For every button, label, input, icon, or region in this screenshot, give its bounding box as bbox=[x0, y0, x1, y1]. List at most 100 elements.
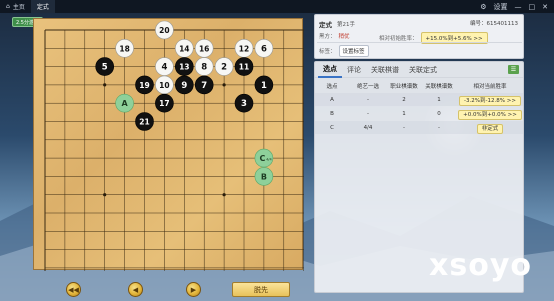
table-row[interactable]: B - 1 0 +0.0%到+0.0% >> bbox=[315, 107, 523, 120]
first-move-button[interactable]: ◀◀ bbox=[66, 282, 81, 297]
watermark: xsoyo bbox=[429, 248, 532, 283]
tag-label: 标签： bbox=[319, 49, 336, 55]
svg-text:A: A bbox=[121, 99, 128, 108]
svg-text:6: 6 bbox=[261, 44, 267, 54]
svg-text:9: 9 bbox=[181, 81, 187, 91]
panel-tabs: 选点 评论 关联棋谱 关联定式 ☰ bbox=[315, 62, 523, 78]
list-view-icon[interactable]: ☰ bbox=[508, 65, 519, 74]
svg-text:18: 18 bbox=[119, 44, 129, 53]
tab-joseki-label: 定式 bbox=[36, 4, 49, 11]
next-move-button[interactable]: ▶ bbox=[186, 282, 201, 297]
go-board[interactable]: 20 18 14 16 12 6 5 4 13 8 2 11 19 10 9 7 1 17 3 21 A C 4/4 B bbox=[33, 18, 304, 271]
row-pro-count: 1 bbox=[402, 110, 406, 117]
result-value: 稍优 bbox=[338, 34, 350, 40]
tab-candidate-points[interactable]: 选点 bbox=[318, 62, 342, 78]
row-point: A bbox=[330, 96, 334, 103]
settings-label[interactable]: 设置 bbox=[494, 2, 508, 12]
pass-button[interactable]: 脱先 bbox=[232, 282, 290, 297]
tab-home-label: 主页 bbox=[12, 4, 25, 11]
svg-text:5: 5 bbox=[102, 63, 108, 73]
star-point bbox=[103, 193, 107, 197]
row-rate-button[interactable]: -3.2%到-12.8% >> bbox=[459, 95, 521, 106]
svg-text:19: 19 bbox=[139, 81, 149, 90]
table-header: 选点 绝艺一选 职业棋谱数 关联棋谱数 相对当前胜率 bbox=[315, 80, 523, 92]
tab-related-games[interactable]: 关联棋谱 bbox=[366, 62, 404, 78]
candidate-marker-a[interactable]: A bbox=[115, 93, 134, 113]
svg-text:1: 1 bbox=[261, 81, 267, 91]
tab-related-joseki[interactable]: 关联定式 bbox=[404, 62, 442, 78]
close-button[interactable]: ✕ bbox=[542, 3, 548, 11]
white-stone: 10 bbox=[155, 75, 174, 95]
white-stone: 14 bbox=[175, 38, 194, 58]
row-rate-button[interactable]: 非定式 bbox=[476, 123, 504, 134]
prev-move-button[interactable]: ◀ bbox=[128, 282, 143, 297]
white-stone: 8 bbox=[194, 57, 214, 76]
header-assoc-count: 关联棋谱数 bbox=[425, 84, 453, 90]
header-jueyi: 绝艺一选 bbox=[356, 84, 379, 90]
svg-text:8: 8 bbox=[201, 63, 207, 73]
black-stone: 21 bbox=[135, 112, 154, 131]
svg-text:2: 2 bbox=[221, 63, 227, 73]
joseki-serial: 编号：615401113 bbox=[470, 21, 518, 27]
svg-text:16: 16 bbox=[199, 44, 209, 53]
row-jueyi: 4/4 bbox=[363, 124, 373, 131]
joseki-title: 定式 bbox=[319, 21, 332, 29]
minimize-button[interactable]: — bbox=[515, 3, 522, 11]
set-tag-button[interactable]: 设置标签 bbox=[338, 45, 369, 57]
row-jueyi: - bbox=[367, 110, 369, 117]
black-stone: 19 bbox=[135, 75, 154, 95]
move-number: 第21手 bbox=[337, 22, 355, 28]
svg-text:10: 10 bbox=[159, 81, 169, 90]
svg-text:20: 20 bbox=[159, 26, 169, 35]
row-pro-count: 2 bbox=[402, 96, 406, 103]
info-divider bbox=[317, 42, 522, 43]
svg-text:17: 17 bbox=[159, 99, 169, 108]
white-stone: 18 bbox=[115, 38, 134, 58]
white-stone: 12 bbox=[234, 38, 254, 58]
black-stone: 5 bbox=[95, 57, 114, 76]
joseki-info-panel: 定式 第21手 编号：615401113 黑方： 稍优 相对初始胜率： +15.… bbox=[314, 14, 524, 59]
table-row[interactable]: A - 2 1 -3.2%到-12.8% >> bbox=[315, 93, 523, 106]
candidate-marker-c[interactable]: C 4/4 bbox=[254, 148, 274, 168]
black-stone: 9 bbox=[175, 75, 194, 95]
svg-text:4: 4 bbox=[161, 63, 167, 73]
svg-text:4/4: 4/4 bbox=[266, 158, 272, 162]
row-point: B bbox=[330, 110, 334, 117]
black-stone: 7 bbox=[194, 75, 214, 95]
svg-text:3: 3 bbox=[241, 99, 247, 109]
svg-text:14: 14 bbox=[179, 44, 189, 53]
svg-text:11: 11 bbox=[239, 63, 249, 72]
black-stone: 17 bbox=[155, 93, 174, 113]
svg-text:13: 13 bbox=[179, 63, 189, 72]
row-point: C bbox=[330, 124, 334, 131]
svg-text:C: C bbox=[259, 154, 265, 163]
tab-joseki[interactable]: 定式 bbox=[30, 0, 55, 13]
row-assoc-count: 0 bbox=[437, 110, 441, 117]
star-point bbox=[222, 193, 226, 197]
candidate-marker-b[interactable]: B bbox=[254, 167, 274, 186]
table-row[interactable]: C 4/4 - - 非定式 bbox=[315, 121, 523, 134]
maximize-button[interactable]: □ bbox=[529, 3, 536, 11]
home-icon: ⌂ bbox=[6, 3, 10, 10]
row-jueyi: - bbox=[367, 96, 369, 103]
star-point bbox=[222, 83, 226, 87]
white-stone: 16 bbox=[194, 38, 214, 58]
gear-icon[interactable]: ⚙ bbox=[480, 3, 486, 11]
header-point: 选点 bbox=[326, 84, 338, 90]
row-pro-count: - bbox=[403, 124, 405, 131]
tab-comments[interactable]: 评论 bbox=[342, 62, 366, 78]
row-rate-button[interactable]: +0.0%到+0.0% >> bbox=[458, 109, 522, 120]
svg-text:21: 21 bbox=[139, 118, 149, 127]
row-assoc-count: 1 bbox=[437, 96, 441, 103]
black-stone: 1 bbox=[254, 75, 274, 95]
tab-home[interactable]: ⌂ 主页 bbox=[0, 0, 31, 13]
white-stone: 6 bbox=[254, 38, 274, 58]
header-relative-rate: 相对当前胜率 bbox=[473, 84, 507, 90]
top-bar: ⌂ 主页 定式 ⚙ 设置 — □ ✕ bbox=[0, 0, 554, 13]
black-stone: 11 bbox=[234, 57, 254, 76]
header-pro-count: 职业棋谱数 bbox=[390, 84, 418, 90]
result-label: 黑方： bbox=[319, 34, 336, 40]
go-board-grid[interactable]: 20 18 14 16 12 6 5 4 13 8 2 11 19 10 9 7 1 17 3 21 A C 4/4 B bbox=[34, 19, 304, 271]
svg-text:7: 7 bbox=[201, 81, 207, 91]
svg-text:12: 12 bbox=[239, 44, 249, 53]
